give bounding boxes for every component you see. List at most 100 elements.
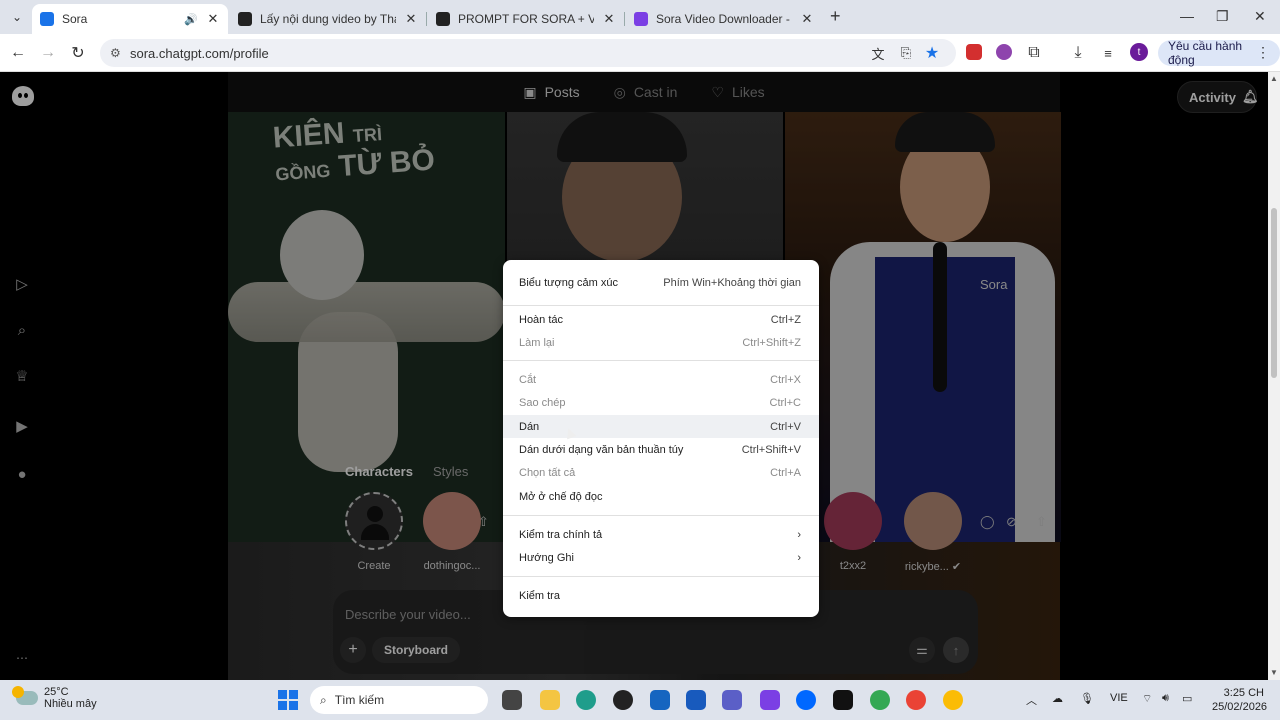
scroll-up-icon[interactable]: ▲ bbox=[1270, 74, 1278, 83]
tab-close-icon[interactable]: ✕ bbox=[404, 11, 418, 27]
menu-shortcut: Ctrl+X bbox=[770, 373, 801, 386]
tab-title: Sora bbox=[62, 12, 88, 26]
downloader-favicon-icon bbox=[634, 12, 648, 26]
translate-icon[interactable]: 文 bbox=[868, 43, 888, 63]
menu-shortcut: Ctrl+Z bbox=[770, 313, 801, 326]
menu-item-copy[interactable]: Sao chép Ctrl+C bbox=[503, 391, 819, 414]
microphone-icon[interactable]: 🎙︎ bbox=[1080, 692, 1094, 705]
tab-noi-dung[interactable]: Lấy nội dung video by Thạch B ✕ bbox=[230, 4, 427, 34]
chevron-right-icon: › bbox=[797, 551, 801, 564]
battery-icon[interactable]: ▭ bbox=[1182, 692, 1192, 705]
extension-red-icon[interactable] bbox=[966, 44, 982, 60]
new-tab-plus-icon[interactable]: + bbox=[830, 7, 841, 25]
taskbar-search[interactable]: ⌕ Tìm kiếm bbox=[310, 686, 488, 714]
onedrive-cloud-icon[interactable]: ☁ bbox=[1052, 692, 1063, 705]
menu-shortcut: Phím Win+Khoảng thời gian bbox=[663, 276, 801, 289]
menu-item-paste[interactable]: Dán Ctrl+V bbox=[503, 415, 819, 438]
tab-close-icon[interactable]: ✕ bbox=[206, 11, 220, 27]
update-label: Yêu cầu hành động bbox=[1168, 39, 1243, 67]
menu-label: Làm lại bbox=[519, 336, 555, 349]
weather-widget[interactable]: 25°C Nhiều mây bbox=[12, 686, 97, 710]
search-placeholder: Tìm kiếm bbox=[334, 693, 385, 707]
forward-arrow-icon[interactable]: → bbox=[38, 43, 58, 63]
chrome-icon[interactable] bbox=[943, 690, 963, 710]
edge-browser-icon[interactable] bbox=[576, 690, 596, 710]
search-icon: ⌕ bbox=[320, 692, 327, 707]
menu-shortcut: Ctrl+V bbox=[770, 420, 801, 433]
menu-item-cut[interactable]: Cắt Ctrl+X bbox=[503, 368, 819, 391]
reload-icon[interactable]: ↻ bbox=[68, 43, 88, 63]
scrollbar-thumb[interactable] bbox=[1271, 208, 1277, 378]
tab-prompt-sora[interactable]: PROMPT FOR SORA + VEO | Go ✕ bbox=[428, 4, 625, 34]
system-clock[interactable]: 3:25 CH 25/02/2026 bbox=[1212, 686, 1268, 714]
tab-sora[interactable]: Sora 🔊 ✕ bbox=[32, 4, 228, 34]
show-hidden-icons-icon[interactable]: ︿ bbox=[1026, 692, 1037, 708]
task-view-icon[interactable] bbox=[502, 690, 522, 710]
menu-label: Dán dưới dạng văn bản thuần túy bbox=[519, 443, 684, 456]
windows-taskbar: 25°C Nhiều mây ⌕ Tìm kiếm ︿ ☁ 🎙︎ VIE ⌔ 🔊… bbox=[0, 680, 1280, 720]
tab-title: PROMPT FOR SORA + VEO | Go bbox=[458, 12, 594, 26]
address-bar[interactable]: ⚙ sora.chatgpt.com/profile bbox=[100, 39, 956, 67]
close-window-icon[interactable]: ✕ bbox=[1254, 8, 1266, 25]
tab-close-icon[interactable]: ✕ bbox=[800, 11, 814, 27]
clock-date: 25/02/2026 bbox=[1212, 701, 1268, 713]
tab-sora-downloader[interactable]: Sora Video Downloader - Tải V ✕ bbox=[626, 4, 822, 34]
tab-close-icon[interactable]: ✕ bbox=[602, 11, 616, 27]
cloudy-weather-icon bbox=[12, 686, 38, 705]
snipping-tool-icon[interactable] bbox=[760, 690, 780, 710]
menu-label: Mở ở chế độ đọc bbox=[519, 490, 603, 503]
menu-item-spellcheck[interactable]: Kiểm tra chính tả › bbox=[503, 523, 819, 546]
page-scrollbar[interactable]: ▲ ▼ bbox=[1268, 72, 1280, 680]
chrome-icon[interactable] bbox=[870, 690, 890, 710]
menu-divider bbox=[503, 576, 819, 577]
clock-time: 3:25 CH bbox=[1223, 687, 1264, 699]
tab-title: Lấy nội dung video by Thạch B bbox=[260, 12, 396, 26]
audio-speaker-icon[interactable]: 🔊 bbox=[184, 13, 198, 26]
site-info-icon[interactable]: ⚙ bbox=[110, 46, 121, 60]
app-icon[interactable] bbox=[613, 690, 633, 710]
restore-icon[interactable]: ❐ bbox=[1216, 8, 1229, 25]
menu-item-inspect[interactable]: Kiểm tra bbox=[503, 584, 819, 607]
menu-item-emoji[interactable]: Biểu tượng cảm xúc Phím Win+Khoảng thời g… bbox=[503, 271, 819, 294]
menu-item-reading-mode[interactable]: Mở ở chế độ đọc bbox=[503, 485, 819, 508]
menu-label: Cắt bbox=[519, 373, 537, 386]
extension-purple-icon[interactable] bbox=[996, 44, 1012, 60]
bookmark-star-icon[interactable]: ★ bbox=[922, 43, 942, 63]
profile-avatar[interactable]: t bbox=[1130, 43, 1148, 61]
menu-label: Sao chép bbox=[519, 396, 566, 409]
menu-item-select-all[interactable]: Chọn tất cả Ctrl+A bbox=[503, 461, 819, 484]
media-control-icon[interactable]: ≡ bbox=[1098, 43, 1118, 63]
back-arrow-icon[interactable]: ← bbox=[8, 43, 28, 63]
menu-item-redo[interactable]: Làm lại Ctrl+Shift+Z bbox=[503, 331, 819, 354]
chevron-right-icon: › bbox=[797, 528, 801, 541]
menu-label: Hướng Ghi bbox=[519, 551, 574, 564]
download-icon[interactable]: ⤓ bbox=[1068, 43, 1088, 63]
context-menu: Biểu tượng cảm xúc Phím Win+Khoảng thời g… bbox=[503, 260, 819, 617]
language-indicator[interactable]: VIE bbox=[1110, 692, 1128, 704]
chrome-icon[interactable] bbox=[906, 690, 926, 710]
sora-favicon-icon bbox=[40, 12, 54, 26]
word-icon[interactable] bbox=[686, 690, 706, 710]
wifi-icon[interactable]: ⌔ bbox=[1142, 692, 1152, 706]
menu-label: Biểu tượng cảm xúc bbox=[519, 276, 618, 289]
teams-icon[interactable] bbox=[722, 690, 742, 710]
scroll-down-icon[interactable]: ▼ bbox=[1270, 668, 1278, 677]
capcut-icon[interactable] bbox=[833, 690, 853, 710]
tab-search-chevron-icon[interactable]: ⌄ bbox=[8, 8, 26, 26]
minimize-icon[interactable]: — bbox=[1180, 8, 1194, 24]
browser-menu-icon[interactable]: ⋮ bbox=[1256, 44, 1270, 61]
menu-item-undo[interactable]: Hoàn tác Ctrl+Z bbox=[503, 308, 819, 331]
menu-item-paste-plain[interactable]: Dán dưới dạng văn bản thuần túy Ctrl+Shif… bbox=[503, 438, 819, 461]
extensions-puzzle-icon[interactable]: ⧉ bbox=[1024, 43, 1044, 63]
zalo-icon[interactable] bbox=[796, 690, 816, 710]
weather-condition: Nhiều mây bbox=[44, 698, 97, 710]
tiktok-favicon-icon bbox=[436, 12, 450, 26]
windows-start-icon[interactable] bbox=[278, 690, 298, 710]
install-app-icon[interactable]: ⎘ bbox=[896, 43, 916, 63]
volume-icon[interactable]: 🔊︎ bbox=[1162, 692, 1169, 705]
store-icon[interactable] bbox=[650, 690, 670, 710]
menu-label: Chọn tất cả bbox=[519, 466, 576, 479]
temperature: 25°C bbox=[44, 686, 69, 698]
file-explorer-icon[interactable] bbox=[540, 690, 560, 710]
menu-item-writing-direction[interactable]: Hướng Ghi › bbox=[503, 546, 819, 569]
